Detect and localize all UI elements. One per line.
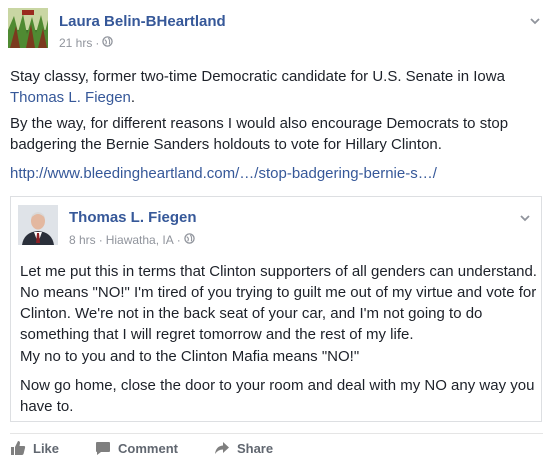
shared-meta: 8 hrs · Hiawatha, IA · [69, 233, 195, 247]
comment-button[interactable]: Comment [95, 440, 178, 456]
like-thumb-icon [10, 440, 26, 456]
share-button[interactable]: Share [214, 440, 273, 456]
shared-author-name[interactable]: Thomas L. Fiegen [69, 209, 197, 226]
globe-icon [102, 36, 114, 50]
meta-separator: · [176, 233, 181, 247]
shared-timestamp[interactable]: 8 hrs [69, 233, 96, 247]
post-actions-bar: Like Comment Share [10, 440, 309, 456]
share-icon [214, 440, 230, 456]
meta-separator: · [98, 233, 103, 247]
comment-icon [95, 440, 111, 456]
shared-text-paragraph1: Let me put this in terms that Clinton su… [20, 263, 537, 343]
chevron-down-icon[interactable] [519, 211, 531, 223]
shared-text-paragraph3: Now go home, close the door to your room… [20, 377, 535, 415]
shared-post-card[interactable]: Thomas L. Fiegen 8 hrs · Hiawatha, IA · … [10, 196, 542, 422]
like-label: Like [33, 440, 60, 456]
comment-label: Comment [118, 440, 178, 456]
post-text-end: . [130, 89, 136, 106]
meta-separator: · [95, 36, 100, 50]
post-text-paragraph2: By the way, for different reasons I woul… [10, 115, 509, 153]
post-text: Stay classy, former two-time Democratic … [10, 68, 505, 85]
post-text-line1: Stay classy, former two-time Democratic … [10, 66, 546, 108]
shared-author-avatar[interactable] [18, 205, 58, 245]
like-button[interactable]: Like [10, 440, 59, 456]
mention-link[interactable]: Thomas L. Fiegen [10, 89, 131, 106]
shared-location[interactable]: Hiawatha, IA [106, 233, 174, 247]
post-url-link[interactable]: http://www.bleedingheartland.com/…/stop-… [10, 163, 546, 184]
actions-divider [10, 433, 543, 434]
shared-text-paragraph2: My no to you and to the Clinton Mafia me… [20, 348, 360, 365]
post-timestamp[interactable]: 21 hrs [59, 36, 92, 50]
post-meta: 21 hrs · [59, 36, 114, 50]
share-label: Share [236, 440, 274, 456]
author-avatar[interactable] [8, 8, 48, 48]
globe-icon [184, 233, 195, 247]
post-author-name[interactable]: Laura Belin-BHeartland [59, 13, 226, 30]
chevron-down-icon[interactable] [529, 14, 541, 26]
